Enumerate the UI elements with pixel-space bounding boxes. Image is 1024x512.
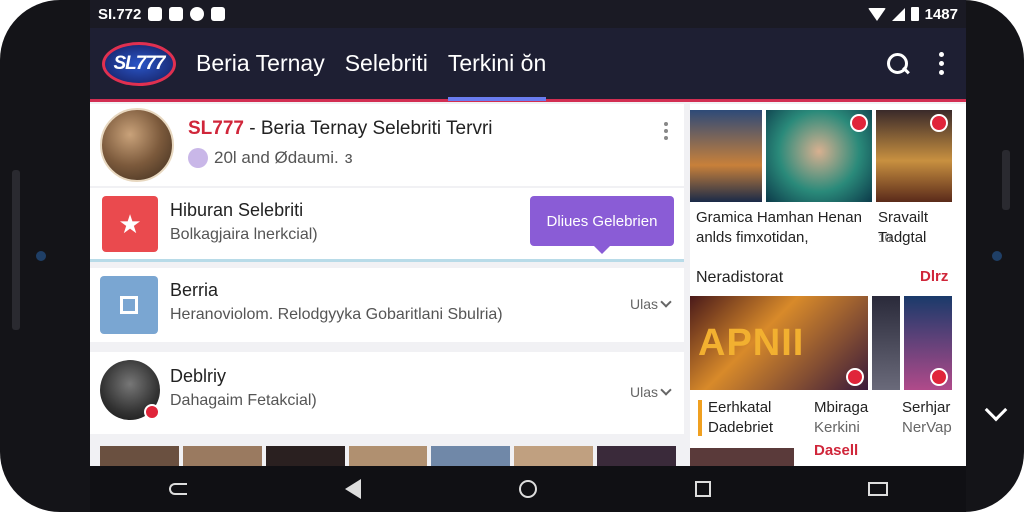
thumbnail-strip — [100, 446, 677, 466]
chevron-down-icon — [660, 384, 672, 396]
tab-terkini[interactable]: Terkini ŏn — [447, 27, 547, 101]
poster-thumbnail[interactable] — [766, 110, 872, 202]
favorite-icon[interactable] — [930, 114, 948, 132]
tab-selebriti[interactable]: Selebriti — [345, 27, 428, 101]
thumbnail[interactable] — [348, 446, 428, 466]
favorite-icon[interactable] — [846, 368, 864, 386]
post-subtitle: 20l and Ødaumi. ɜ — [188, 148, 353, 168]
bottom-item-line2: NerVap — [902, 419, 952, 436]
post-title-brand: SL777 — [188, 118, 244, 139]
return-icon — [168, 483, 187, 495]
app-bar-actions — [887, 52, 944, 75]
tab-beria-ternay[interactable]: Beria Ternay — [196, 27, 325, 101]
avatar — [100, 108, 174, 182]
globe-icon — [188, 148, 208, 168]
wifi-icon — [867, 7, 886, 21]
post-title: SL777 - Beria Ternay Selebriti Tervri — [188, 118, 493, 140]
list-item-title: Berria — [170, 280, 219, 300]
poster-thumbnail[interactable] — [872, 296, 900, 390]
expand-label: Ulas — [629, 296, 658, 312]
switch-icon — [868, 482, 889, 496]
list-item[interactable]: Berria Heranoviolom. Relodgyyka Gobaritl… — [90, 268, 684, 342]
notification-icon — [190, 7, 205, 21]
notification-icon — [148, 7, 163, 21]
list-item-subtitle: Bolkagjaira lnerkcial) — [170, 226, 318, 243]
recents-icon — [695, 481, 712, 497]
bottom-item-line1: Eerhkatal — [708, 399, 772, 416]
signal-icon — [891, 7, 905, 21]
app-bar: SL777 Beria Ternay Selebriti Terkini ŏn — [90, 28, 966, 102]
thumbnail[interactable] — [265, 446, 345, 466]
navigation-bar — [90, 466, 966, 512]
bottom-item-line1: Mbiraga — [814, 399, 869, 416]
status-right: 1487 — [867, 5, 958, 23]
status-bar: SI.772 1487 — [90, 0, 966, 28]
chevron-down-icon — [660, 296, 672, 308]
thumbnail[interactable] — [182, 446, 262, 466]
poster-title: APNII — [698, 322, 805, 364]
favorite-icon[interactable] — [930, 368, 948, 386]
switch-app-button[interactable] — [866, 477, 890, 501]
section-link[interactable]: Dlrz — [920, 268, 948, 285]
poster-thumbnail[interactable] — [904, 296, 952, 390]
front-camera — [36, 251, 46, 261]
section-title: Neradistorat — [696, 269, 784, 286]
notification-icon — [211, 7, 226, 21]
power-button — [1002, 150, 1010, 210]
trending-panel: Gramica Hamhan Henan anlds fimxotidan, S… — [690, 104, 966, 466]
app-logo[interactable]: SL777 — [102, 41, 176, 86]
post-header-card[interactable]: SL777 - Beria Ternay Selebriti Tervri 20… — [90, 104, 684, 186]
back-button[interactable] — [341, 477, 365, 501]
thumbnail[interactable] — [431, 446, 511, 466]
post-subtitle-suffix: ɜ — [344, 148, 353, 167]
back-icon — [344, 479, 361, 499]
volume-button — [12, 170, 20, 330]
celebrity-button[interactable]: Dliues Gelebrien — [530, 196, 674, 254]
list-item-subtitle: Heranoviolom. Relodgyyka Gobaritlani Sbu… — [170, 306, 503, 323]
bottom-item-line2: Dadebriet — [708, 419, 774, 436]
list-item-title: Deblriy — [170, 366, 227, 386]
poster-thumbnail[interactable]: APNII — [690, 296, 868, 390]
expand-toggle[interactable]: Ulas — [629, 384, 672, 400]
square-icon — [100, 276, 158, 334]
poster-thumbnail[interactable] — [876, 110, 952, 202]
highlight-bar — [698, 400, 702, 436]
more-vert-icon[interactable] — [939, 52, 944, 75]
caption-text: Gramica Hamhan Henan anlds fimxotidan, — [696, 209, 862, 246]
search-icon[interactable] — [887, 52, 909, 75]
status-carrier: SI.772 — [98, 5, 142, 23]
home-icon — [518, 480, 537, 498]
expand-toggle[interactable]: Ulas — [629, 296, 672, 312]
poster-thumbnail[interactable] — [690, 110, 762, 202]
list-item-title: Hiburan Selebriti — [170, 200, 304, 220]
list-item-subtitle: Dahagaim Fetakcial) — [170, 392, 317, 409]
post-title-text: - Beria Ternay Selebriti Tervri — [243, 118, 493, 139]
list-item[interactable]: Deblriy Dahagaim Fetakcial) Ulas — [90, 352, 684, 434]
list-item[interactable]: ★ Hiburan Selebriti Bolkagjaira lnerkcia… — [90, 188, 684, 262]
bottom-item-line2: Kerkini — [814, 419, 860, 436]
thumbnail[interactable] — [100, 446, 179, 466]
device-screen: SI.772 1487 SL777 Beria Ternay Selebriti… — [90, 0, 966, 466]
thumbnail[interactable] — [597, 446, 677, 466]
expand-label: Ulas — [629, 384, 658, 400]
bottom-item-line1: Serhjar — [902, 399, 951, 416]
thumbnail[interactable] — [514, 446, 594, 466]
favorite-icon[interactable] — [850, 114, 868, 132]
home-button[interactable] — [516, 477, 540, 501]
recents-button[interactable] — [691, 477, 715, 501]
caption-number: 10 — [878, 231, 892, 245]
status-time: 1487 — [924, 5, 958, 23]
post-menu-icon[interactable] — [664, 122, 668, 140]
bottom-link[interactable]: Dasell — [814, 442, 858, 459]
feed-column: SL777 - Beria Ternay Selebriti Tervri 20… — [90, 104, 684, 466]
status-badge — [144, 404, 160, 420]
post-subtitle-text: 20l and Ødaumi. — [214, 148, 339, 167]
rear-sensor — [992, 251, 1002, 261]
notification-icon — [169, 7, 184, 21]
star-icon: ★ — [102, 196, 158, 252]
battery-icon — [910, 7, 919, 21]
return-button[interactable] — [166, 477, 190, 501]
poster-thumbnail[interactable] — [690, 448, 794, 466]
